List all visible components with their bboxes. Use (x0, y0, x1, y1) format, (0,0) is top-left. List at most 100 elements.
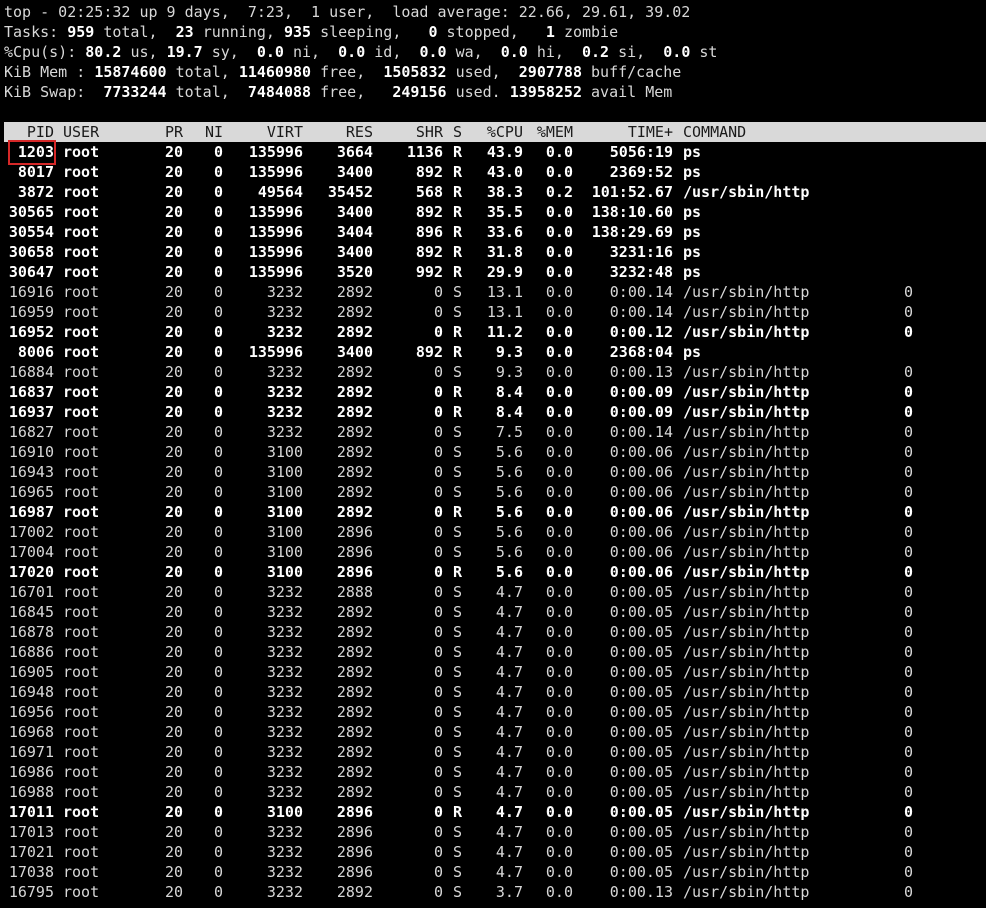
time-cell: 3232:48 (609, 263, 673, 281)
process-row[interactable]: 16988 root 20 0 3232 2892 0 S 4.7 0.0 0:00.05/usr/… (0, 782, 986, 802)
virt-cell: 3232 (266, 883, 303, 901)
process-row[interactable]: 16886 root 20 0 3232 2892 0 S 4.7 0.0 0:00.05/usr/… (0, 642, 986, 662)
extra-cell (893, 242, 913, 262)
cpu-cell: 4.7 (495, 623, 523, 641)
extra-cell: 0 (903, 623, 913, 641)
extra-cell: 0 (903, 883, 913, 901)
res-cell: 2892 (336, 483, 373, 501)
process-row[interactable]: 30554 root 20 0 135996 3404 896 R 33.6 0.0 138:29.… (0, 222, 986, 242)
time-cell: 5056:19 (609, 143, 673, 161)
uptime-text: top - 02:25:32 up 9 days, 7:23, 1 user, … (4, 3, 691, 21)
state-cell: S (453, 743, 463, 761)
ni-cell: 0 (213, 763, 223, 781)
extra-cell (893, 182, 913, 202)
process-row[interactable]: 16959 root 20 0 3232 2892 0 S 13.1 0.0 0:00.14/usr… (0, 302, 986, 322)
process-row[interactable]: 17021 root 20 0 3232 2896 0 S 4.7 0.0 0:00.05/usr/… (0, 842, 986, 862)
process-row[interactable]: 16845 root 20 0 3232 2892 0 S 4.7 0.0 0:00.05/usr/… (0, 602, 986, 622)
command-cell: /usr/sbin/http (683, 743, 810, 761)
state-cell: S (453, 463, 463, 481)
process-row[interactable]: 16943 root 20 0 3100 2892 0 S 5.6 0.0 0:00.06/usr/… (0, 462, 986, 482)
pid-cell: 16943 (8, 463, 54, 481)
res-cell: 2892 (336, 783, 373, 801)
process-row[interactable]: 16916 root 20 0 3232 2892 0 S 13.1 0.0 0:00.14/usr… (0, 282, 986, 302)
process-row[interactable]: 16905 root 20 0 3232 2892 0 S 4.7 0.0 0:00.05/usr/… (0, 662, 986, 682)
process-row[interactable]: 16937 root 20 0 3232 2892 0 R 8.4 0.0 0:00.09/usr/… (0, 402, 986, 422)
pr-cell: 20 (164, 183, 183, 201)
process-row[interactable]: 17011 root 20 0 3100 2896 0 R 4.7 0.0 0:00.05/usr/… (0, 802, 986, 822)
virt-cell: 3100 (266, 523, 303, 541)
user-cell: root (63, 423, 100, 441)
process-row[interactable]: 16878 root 20 0 3232 2892 0 S 4.7 0.0 0:00.05/usr/… (0, 622, 986, 642)
extra-cell: 0 (903, 423, 913, 441)
process-row[interactable]: 17020 root 20 0 3100 2896 0 R 5.6 0.0 0:00.06/usr/… (0, 562, 986, 582)
ni-cell: 0 (213, 843, 223, 861)
virt-cell: 3232 (266, 403, 303, 421)
process-row[interactable]: 16795 root 20 0 3232 2892 0 S 3.7 0.0 0:00.13/usr/… (0, 882, 986, 902)
process-row[interactable]: 1203 root 20 0 135996 3664 1136 R 43.9 0.0 5056:19… (0, 142, 986, 162)
pid-cell: 16986 (8, 763, 54, 781)
process-row[interactable]: 16884 root 20 0 3232 2892 0 S 9.3 0.0 0:00.13/usr/… (0, 362, 986, 382)
process-row[interactable]: 3872 root 20 0 49564 35452 568 R 38.3 0.2 101:52.6… (0, 182, 986, 202)
state-cell: S (453, 443, 463, 461)
process-row[interactable]: 16837 root 20 0 3232 2892 0 R 8.4 0.0 0:00.09/usr/… (0, 382, 986, 402)
cpu-cell: 5.6 (495, 523, 523, 541)
process-row[interactable]: 16952 root 20 0 3232 2892 0 R 11.2 0.0 0:00.12/usr… (0, 322, 986, 342)
pr-cell: 20 (164, 803, 183, 821)
mem-cell: 0.0 (545, 243, 573, 261)
process-row[interactable]: 16948 root 20 0 3232 2892 0 S 4.7 0.0 0:00.05/usr/… (0, 682, 986, 702)
pid-cell: 16886 (8, 643, 54, 661)
ni-cell: 0 (213, 363, 223, 381)
mem-cell: 0.0 (545, 563, 573, 581)
cpu-cell: 5.6 (495, 563, 523, 581)
virt-cell: 3232 (266, 283, 303, 301)
process-row[interactable]: 16965 root 20 0 3100 2892 0 S 5.6 0.0 0:00.06/usr/… (0, 482, 986, 502)
pid-cell: 16701 (8, 583, 54, 601)
process-row[interactable]: 16956 root 20 0 3232 2892 0 S 4.7 0.0 0:00.05/usr/… (0, 702, 986, 722)
state-cell: R (453, 343, 463, 361)
process-row[interactable]: 8017 root 20 0 135996 3400 892 R 43.0 0.0 2369:52 p… (0, 162, 986, 182)
process-row[interactable]: 30658 root 20 0 135996 3400 892 R 31.8 0.0 3231:16… (0, 242, 986, 262)
process-row[interactable]: 30647 root 20 0 135996 3520 992 R 29.9 0.0 3232:48… (0, 262, 986, 282)
cpu-cell: 5.6 (495, 463, 523, 481)
process-row[interactable]: 16968 root 20 0 3232 2892 0 S 4.7 0.0 0:00.05/usr/… (0, 722, 986, 742)
process-row[interactable]: 16701 root 20 0 3232 2888 0 S 4.7 0.0 0:00.05/usr/… (0, 582, 986, 602)
state-cell: S (453, 703, 463, 721)
process-row[interactable]: 8006 root 20 0 135996 3400 892 R 9.3 0.0 2368:04 ps (0, 342, 986, 362)
ni-cell: 0 (213, 183, 223, 201)
process-row[interactable]: 30565 root 20 0 135996 3400 892 R 35.5 0.0 138:10.… (0, 202, 986, 222)
user-cell: root (63, 203, 100, 221)
process-row[interactable]: 16827 root 20 0 3232 2892 0 S 7.5 0.0 0:00.14/usr/… (0, 422, 986, 442)
process-row[interactable]: 17038 root 20 0 3232 2896 0 S 4.7 0.0 0:00.05/usr/… (0, 862, 986, 882)
res-cell: 3400 (336, 243, 373, 261)
process-row[interactable]: 16971 root 20 0 3232 2892 0 S 4.7 0.0 0:00.05/usr/… (0, 742, 986, 762)
ni-cell: 0 (213, 483, 223, 501)
process-row[interactable]: 16987 root 20 0 3100 2892 0 R 5.6 0.0 0:00.06/usr/… (0, 502, 986, 522)
process-row[interactable]: 17002 root 20 0 3100 2896 0 S 5.6 0.0 0:00.06/usr/… (0, 522, 986, 542)
virt-cell: 3232 (266, 763, 303, 781)
process-row[interactable]: 17004 root 20 0 3100 2896 0 S 5.6 0.0 0:00.06/usr/… (0, 542, 986, 562)
virt-cell: 3232 (266, 643, 303, 661)
mem-cell: 0.0 (545, 823, 573, 841)
user-cell: root (63, 443, 100, 461)
extra-cell: 0 (903, 523, 913, 541)
process-row[interactable]: 16986 root 20 0 3232 2892 0 S 4.7 0.0 0:00.05/usr/… (0, 762, 986, 782)
time-cell: 3231:16 (609, 243, 673, 261)
ni-cell: 0 (213, 643, 223, 661)
extra-cell: 0 (903, 403, 913, 421)
time-cell: 0:00.05 (609, 763, 673, 781)
mem-cell: 0.0 (545, 143, 573, 161)
pid-cell: 16937 (8, 403, 54, 421)
shr-cell: 0 (433, 543, 443, 561)
pr-cell: 20 (164, 283, 183, 301)
pr-cell: 20 (164, 463, 183, 481)
process-row[interactable]: 16910 root 20 0 3100 2892 0 S 5.6 0.0 0:00.06/usr/… (0, 442, 986, 462)
cpu-id: 0.0 (338, 43, 366, 61)
extra-cell: 0 (903, 643, 913, 661)
tasks-sleeping: 935 (283, 23, 312, 41)
user-cell: root (63, 343, 100, 361)
pid-cell: 30565 (8, 203, 54, 221)
process-row[interactable]: 17013 root 20 0 3232 2896 0 S 4.7 0.0 0:00.05/usr/… (0, 822, 986, 842)
pr-cell: 20 (164, 423, 183, 441)
state-cell: S (453, 543, 463, 561)
state-cell: R (453, 403, 463, 421)
